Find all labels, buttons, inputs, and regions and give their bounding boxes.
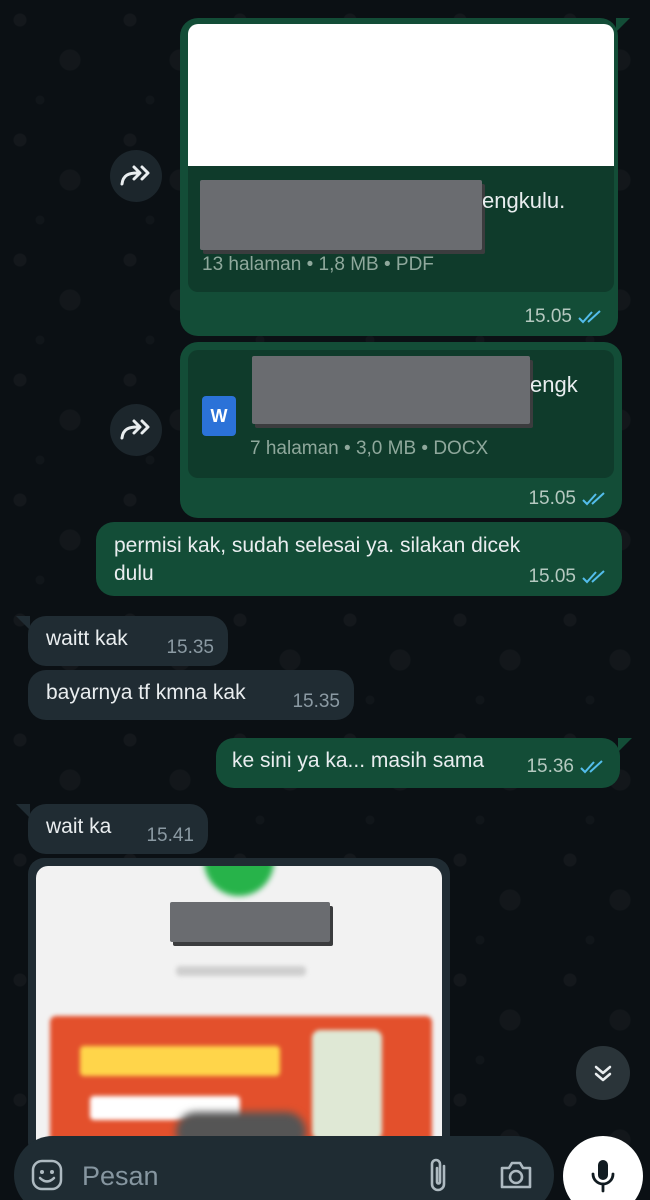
message-text: permisi kak, sudah selesai ya. silakan d… <box>114 534 521 557</box>
scroll-to-bottom-button[interactable] <box>576 1046 630 1100</box>
read-ticks-icon <box>580 760 603 774</box>
time-text: 15.05 <box>524 306 572 327</box>
document-meta: 7 halaman • 3,0 MB • DOCX <box>250 438 489 459</box>
document-info-box: W engk 7 halaman • 3,0 MB • DOCX <box>188 350 614 478</box>
time-text: 15.35 <box>292 691 340 712</box>
message-time: 15.36 <box>526 756 606 778</box>
image-thumbnail[interactable] <box>36 866 442 1158</box>
message-text: ke sini ya ka... masih sama <box>232 749 485 772</box>
word-icon-letter: W <box>210 405 228 426</box>
message-text: dulu <box>114 562 154 585</box>
mic-icon <box>591 1160 615 1193</box>
time-text: 15.41 <box>146 825 194 846</box>
document-title: engk <box>530 372 578 397</box>
redacted-filename <box>252 356 530 424</box>
emoji-icon <box>31 1159 63 1191</box>
attach-button[interactable] <box>426 1156 452 1196</box>
read-ticks-icon <box>578 310 601 324</box>
outgoing-message[interactable]: ke sini ya ka... masih sama 15.36 <box>216 738 632 788</box>
camera-button[interactable] <box>498 1158 534 1192</box>
camera-icon <box>500 1161 532 1189</box>
document-title: engkulu. <box>482 188 566 213</box>
document-meta: 13 halaman • 1,8 MB • PDF <box>202 254 434 275</box>
word-doc-icon: W <box>202 396 236 436</box>
message-text: bayarnya tf kmna kak <box>46 681 246 704</box>
time-text: 15.05 <box>528 488 576 509</box>
blurred-text-line <box>176 966 306 976</box>
blurred-green-circle <box>204 866 274 896</box>
read-ticks-icon <box>582 492 605 506</box>
incoming-message[interactable]: waitt kak 15.35 <box>16 616 228 666</box>
incoming-message[interactable]: wait ka 15.41 <box>16 804 208 854</box>
message-time: 15.41 <box>146 825 194 847</box>
time-text: 15.05 <box>528 566 576 587</box>
forward-icon <box>120 419 150 440</box>
emoji-button[interactable] <box>30 1158 64 1192</box>
incoming-message[interactable]: bayarnya tf kmna kak 15.35 <box>28 670 354 720</box>
message-input-placeholder: Pesan <box>82 1161 159 1191</box>
message-input[interactable]: Pesan <box>82 1158 402 1194</box>
redacted-name <box>170 902 330 942</box>
document-message-docx[interactable]: W engk 7 halaman • 3,0 MB • DOCX 15.05 <box>180 342 622 518</box>
document-preview <box>188 24 614 166</box>
redacted-filename <box>200 180 482 250</box>
document-message-pdf[interactable]: engkulu. 13 halaman • 1,8 MB • PDF 15.05 <box>180 18 630 336</box>
forward-button[interactable] <box>110 404 162 456</box>
attach-icon <box>430 1158 446 1192</box>
forward-icon <box>120 165 150 186</box>
message-text: wait ka <box>46 815 112 838</box>
time-text: 15.35 <box>166 637 214 658</box>
time-text: 15.36 <box>526 756 574 777</box>
message-time: 15.35 <box>292 691 340 713</box>
forward-button[interactable] <box>110 150 162 202</box>
document-info-box: engkulu. 13 halaman • 1,8 MB • PDF <box>188 166 614 292</box>
scroll-down-icon <box>594 1065 612 1082</box>
read-ticks-icon <box>582 570 605 584</box>
message-time: 15.35 <box>166 637 214 659</box>
message-text: waitt kak <box>46 627 128 650</box>
message-time: 15.05 <box>528 488 608 510</box>
message-time: 15.05 <box>524 306 604 328</box>
incoming-image-message[interactable] <box>28 858 450 1158</box>
outgoing-message[interactable]: permisi kak, sudah selesai ya. silakan d… <box>96 522 622 596</box>
message-composer: Pesan <box>14 1136 554 1200</box>
message-time: 15.05 <box>528 566 608 588</box>
